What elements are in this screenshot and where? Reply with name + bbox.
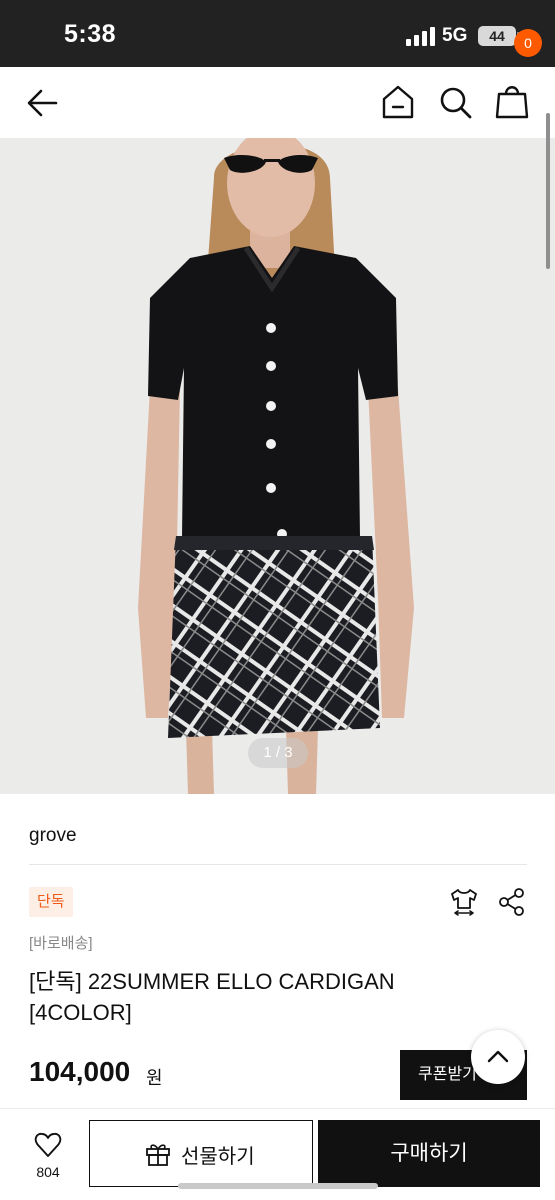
top-navigation [0,67,555,138]
status-time: 5:38 [64,20,117,48]
like-button[interactable]: 804 [22,1130,74,1186]
cart-count-badge: 0 [514,29,542,57]
shopping-bag-icon[interactable] [494,82,530,120]
exclusive-badge: 단독 [29,887,73,917]
page-scrollbar[interactable] [546,113,550,269]
model-photo [0,138,555,794]
buy-button[interactable]: 구매하기 [318,1120,540,1187]
arrow-left-icon[interactable] [24,85,60,121]
gift-icon [146,1144,170,1166]
home-icon[interactable] [380,83,416,121]
product-title: [단독] 22SUMMER ELLO CARDIGAN [4COLOR] [29,969,395,1025]
price-unit: 원 [146,1068,163,1088]
gift-label: 선물하기 [181,1145,255,1168]
gift-button[interactable]: 선물하기 [89,1120,313,1187]
status-bar: 5:38 5G 44 [0,0,555,67]
shipping-label: [바로배송] [29,935,93,952]
scroll-top-button[interactable] [471,1030,525,1084]
share-icon[interactable] [497,886,527,918]
battery-icon: 44 [478,26,520,46]
tshirt-size-icon[interactable] [449,886,479,918]
product-image[interactable] [0,138,555,794]
search-icon[interactable] [437,84,473,120]
like-count: 804 [36,1164,60,1180]
brand-name[interactable]: grove [29,825,77,847]
heart-icon [34,1132,62,1157]
signal-icon [406,26,436,46]
image-page-indicator: 1 / 3 [248,738,308,768]
home-indicator [178,1183,378,1189]
chevron-up-icon [487,1050,509,1063]
divider [29,864,527,865]
product-price: 104,000 [29,1056,131,1087]
network-label: 5G [442,25,468,46]
